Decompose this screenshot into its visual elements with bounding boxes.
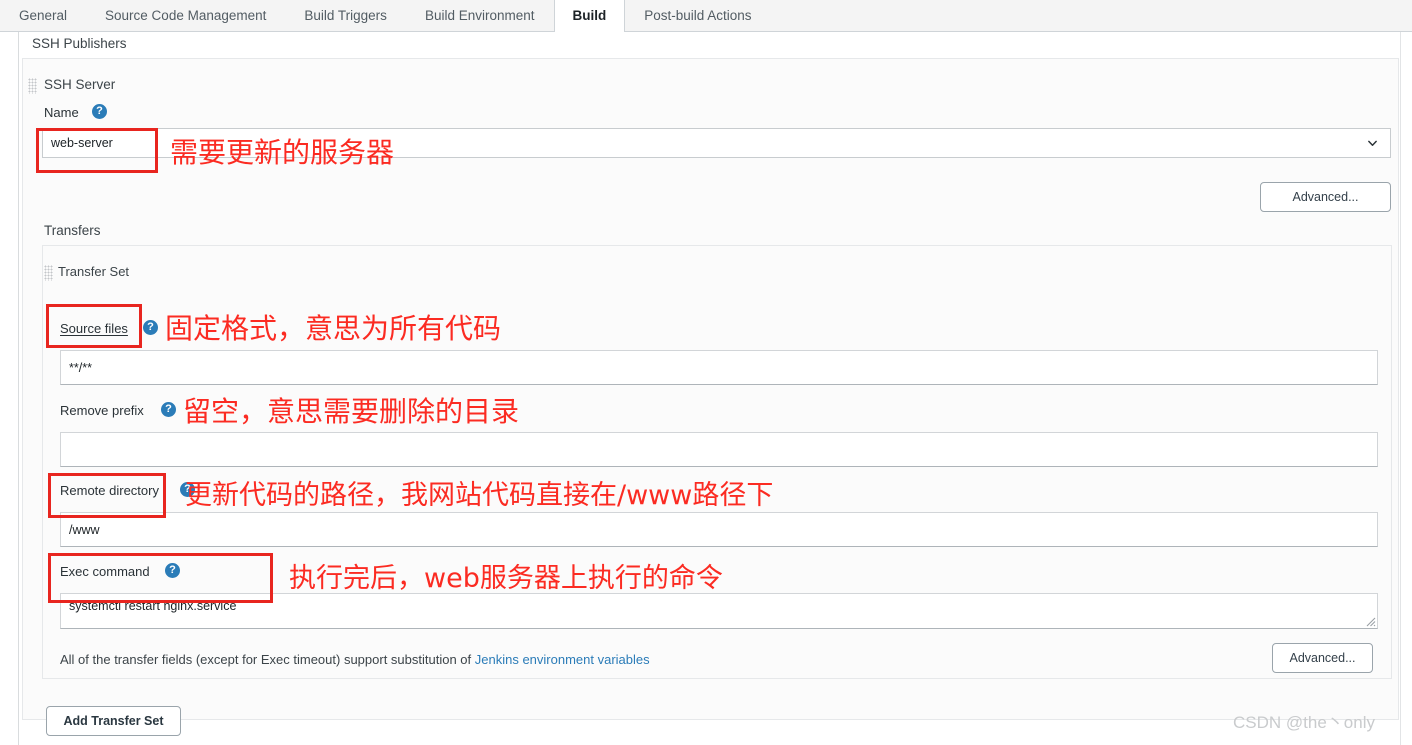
tab-build[interactable]: Build xyxy=(553,0,626,32)
left-rail-divider xyxy=(18,32,19,745)
tab-label: Post-build Actions xyxy=(644,8,752,23)
ssh-server-name-select[interactable]: web-server xyxy=(42,128,1391,158)
jenkins-env-variables-link[interactable]: Jenkins environment variables xyxy=(475,652,650,667)
add-transfer-set-button[interactable]: Add Transfer Set xyxy=(46,706,181,736)
ssh-publishers-heading: SSH Publishers xyxy=(32,36,127,51)
name-field-label: Name xyxy=(44,105,79,120)
advanced-button-ssh-server[interactable]: Advanced... xyxy=(1260,182,1391,212)
remote-directory-input[interactable] xyxy=(60,512,1378,547)
tab-post-build-actions[interactable]: Post-build Actions xyxy=(625,0,770,31)
note-prefix-text: All of the transfer fields (except for E… xyxy=(60,652,475,667)
drag-grip-ssh-server[interactable] xyxy=(28,78,37,94)
help-icon-name[interactable]: ? xyxy=(92,104,107,119)
chevron-down-icon xyxy=(1368,140,1377,146)
tab-build-triggers[interactable]: Build Triggers xyxy=(285,0,406,31)
transfers-heading: Transfers xyxy=(44,223,101,238)
help-icon-source-files[interactable]: ? xyxy=(143,320,158,335)
help-icon-exec-command[interactable]: ? xyxy=(165,563,180,578)
csdn-watermark: CSDN @the丶only xyxy=(1233,713,1375,732)
exec-command-textarea[interactable] xyxy=(60,593,1378,629)
source-files-input[interactable] xyxy=(60,350,1378,385)
tab-label: Source Code Management xyxy=(105,8,267,23)
config-body: SSH Publishers SSH Server Name ? web-ser… xyxy=(0,32,1412,745)
source-files-label: Source files xyxy=(60,321,128,336)
advanced-button-transfer-set[interactable]: Advanced... xyxy=(1272,643,1373,673)
tab-label: General xyxy=(19,8,68,23)
drag-grip-transfer-set[interactable] xyxy=(44,265,53,281)
tab-label: Build Triggers xyxy=(304,8,387,23)
transfer-set-title: Transfer Set xyxy=(58,264,130,279)
transfer-fields-note: All of the transfer fields (except for E… xyxy=(60,652,650,667)
tab-label: Build Environment xyxy=(424,8,535,23)
right-rail-divider xyxy=(1400,32,1401,745)
tab-source-code-management[interactable]: Source Code Management xyxy=(86,0,285,31)
config-tab-bar: General Source Code Management Build Tri… xyxy=(0,0,1412,32)
jenkins-build-config-page: General Source Code Management Build Tri… xyxy=(0,0,1412,745)
tab-label: Build xyxy=(572,8,607,23)
help-icon-remove-prefix[interactable]: ? xyxy=(161,402,176,417)
remote-directory-label: Remote directory xyxy=(60,483,159,498)
remove-prefix-label: Remove prefix xyxy=(60,403,144,418)
tab-general[interactable]: General xyxy=(0,0,86,31)
remove-prefix-input[interactable] xyxy=(60,432,1378,467)
help-icon-remote-directory[interactable]: ? xyxy=(180,482,195,497)
ssh-server-name-value: web-server xyxy=(51,136,113,150)
ssh-server-title: SSH Server xyxy=(44,77,116,92)
exec-command-label: Exec command xyxy=(60,564,150,579)
tab-build-environment[interactable]: Build Environment xyxy=(406,0,554,31)
